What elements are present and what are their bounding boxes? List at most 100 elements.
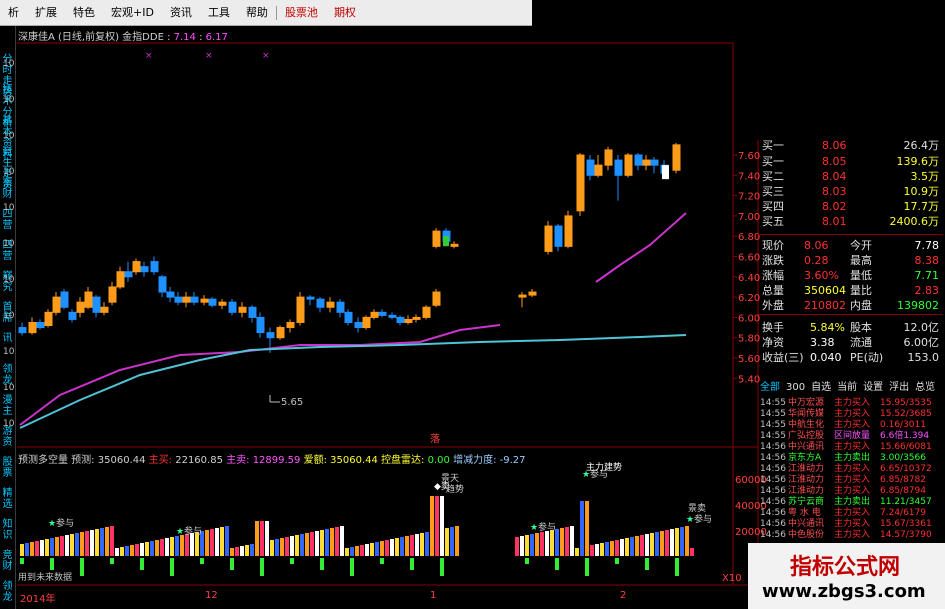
volume-neg-bar [555, 558, 559, 570]
price-axis-label: 6.80 [738, 232, 760, 243]
volume-bar [215, 528, 219, 556]
vol-total: 35060.44 [330, 455, 378, 466]
candle-up [100, 306, 109, 313]
volume-neg-bar [20, 558, 24, 564]
tick-row[interactable]: 14:55 广弘控股 区间放量 6.6倍1.394 [758, 431, 945, 442]
tick-t: 14:56 [760, 453, 786, 463]
volume-bar [325, 529, 329, 556]
volume-neg-bar [290, 558, 294, 564]
volume-note: 用到未来数据 [18, 571, 72, 583]
candle-up [238, 306, 247, 313]
candle-up [594, 164, 603, 176]
tick-row[interactable]: 14:56 苏宁云商 主力卖出 11.21/3457 [758, 497, 945, 508]
volume-bar [320, 530, 324, 556]
signal-star: ★ [530, 523, 538, 533]
volume-bar [270, 540, 274, 556]
candle-up [116, 271, 125, 288]
candle-down [634, 154, 643, 166]
vol-sell: 12899.59 [252, 455, 301, 466]
top-marker: × [145, 51, 153, 61]
tick-t: 14:55 [760, 398, 786, 408]
volume-bar [155, 540, 159, 556]
tick-row[interactable]: 14:56 中色股份 主力买入 14.57/3790 [758, 530, 945, 541]
candle-up [76, 301, 85, 313]
candle-special-white [662, 165, 669, 180]
tick-val: 6.65/10372 [880, 464, 932, 474]
tick-type: 主力卖出 [834, 497, 871, 507]
stat-value: 8.06 [804, 239, 829, 252]
volume-bar [425, 532, 429, 556]
stat-label: 外盘 [762, 299, 784, 312]
ob-label: 买三 [762, 185, 784, 198]
tick-row[interactable]: 14:56 中兴通讯 主力买入 15.67/3361 [758, 519, 945, 530]
volume-bar [590, 545, 594, 556]
candle-up [450, 243, 459, 247]
volume-bar [140, 543, 144, 556]
candle-down [140, 266, 149, 273]
price-axis-label: 6.00 [738, 313, 760, 324]
tick-row[interactable]: 14:56 江淮动力 主力买入 6.85/8782 [758, 475, 945, 486]
panel-tab-2[interactable]: 自选 [811, 382, 831, 393]
candle-up [108, 286, 117, 303]
tick-name: 中兴通讯 [788, 519, 825, 529]
candle-up [422, 306, 431, 318]
candle-up [604, 149, 613, 166]
volume-bar [415, 534, 419, 556]
panel-tab-4[interactable]: 设置 [863, 382, 883, 393]
volume-bar [70, 534, 74, 556]
candle-down [388, 314, 397, 318]
tick-t: 14:56 [760, 519, 786, 529]
tick-t: 14:55 [760, 431, 786, 441]
stat-value-2: 2.83 [914, 284, 940, 297]
tick-row[interactable]: 14:56 粤 水 电 主力买入 7.24/6179 [758, 508, 945, 519]
tick-row[interactable]: 14:55 中航生化 主力买入 0.16/3011 [758, 420, 945, 431]
stat-label: 涨跌 [762, 254, 784, 267]
volume-bar [400, 537, 404, 556]
tick-row[interactable]: 14:56 江淮动力 主力买入 6.85/8794 [758, 486, 945, 497]
candle-down [190, 296, 199, 303]
tick-name: 江淮动力 [788, 475, 825, 485]
panel-tab-0[interactable]: 全部 [760, 382, 780, 393]
price-axis-label: 5.40 [738, 374, 760, 385]
volume-bar [175, 536, 179, 556]
panel-tab-5[interactable]: 浮出 [889, 382, 909, 393]
candle-down [586, 159, 595, 176]
tick-row[interactable]: 14:55 中万宏源 主力买入 15.95/3535 [758, 398, 945, 409]
volume-bar [310, 532, 314, 556]
candle-up [544, 225, 553, 252]
candle-down [166, 291, 175, 298]
volume-bar [545, 531, 549, 556]
candle-down [208, 298, 217, 306]
stat-value-2: 7.71 [914, 269, 940, 282]
tick-row[interactable]: 14:56 中兴通讯 主力买入 15.66/6081 [758, 442, 945, 453]
left-axis-label: 10 [3, 203, 15, 213]
panel-tab-6[interactable]: 总览 [915, 382, 935, 393]
stat2-value: 3.38 [810, 336, 835, 349]
volume-bar [100, 528, 104, 556]
volume-bar [105, 527, 109, 556]
volume-bar [35, 541, 39, 556]
volume-neg-bar [80, 558, 84, 576]
volume-bar [405, 536, 409, 556]
tick-t: 14:56 [760, 530, 786, 540]
ob-vol: 10.9万 [903, 185, 940, 198]
tick-row[interactable]: 14:55 华闻传媒 主力买入 15.52/3685 [758, 409, 945, 420]
panel-tab-1[interactable]: 300 [786, 382, 805, 393]
stat2-label: 收益(三) [762, 351, 804, 364]
low-price-label: 5.65 [281, 397, 303, 408]
panel-tab-3[interactable]: 当前 [837, 382, 857, 393]
tick-val: 7.24/6179 [880, 508, 926, 518]
vol-buy: 22160.85 [175, 455, 223, 466]
left-axis-label: 10 [3, 383, 15, 393]
signal-label: 参与 [56, 517, 74, 529]
vol-radar-label: 控盘雷达: [381, 455, 425, 466]
stat-label-2: 量低 [850, 269, 872, 282]
volume-bar [375, 542, 379, 556]
tick-row[interactable]: 14:56 江淮动力 主力买入 6.65/10372 [758, 464, 945, 475]
volume-bar [205, 530, 209, 556]
tick-val: 0.16/3011 [880, 420, 926, 430]
volume-bar [165, 538, 169, 556]
tick-row[interactable]: 14:56 京东方A 主力卖出 3.00/3566 [758, 453, 945, 464]
volume-neg-bar [525, 558, 529, 564]
stat-label: 总量 [762, 284, 784, 297]
